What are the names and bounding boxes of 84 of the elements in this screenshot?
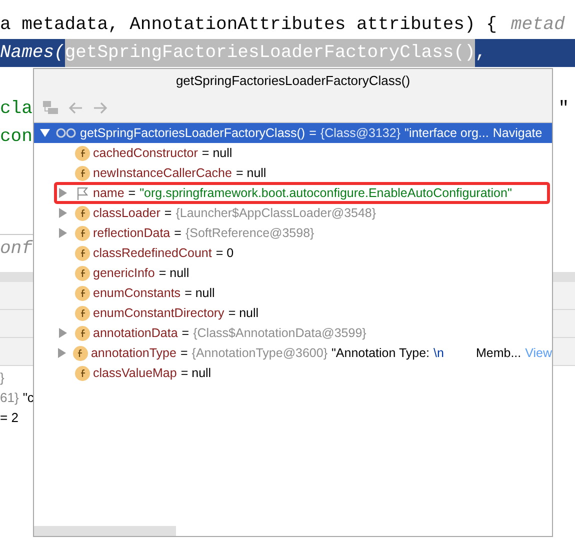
value-text: = null [158,265,190,282]
item-name: reflectionData [93,225,170,242]
collapsed-arrow-icon[interactable] [58,328,68,338]
code-text: Names( [0,42,65,65]
tree-row[interactable]: genericInfo = null [34,263,552,283]
tree-row[interactable]: newInstanceCallerCache = null [34,163,552,183]
value-text: {SoftReference@3598} [185,225,314,242]
field-icon [75,266,90,280]
code-text: onf [0,238,32,261]
tree-row[interactable]: getSpringFactoriesLoaderFactoryClass() = {Class@3132} "interface org... Navigate [34,123,552,143]
value-text: = [180,345,188,362]
item-name: getSpringFactoriesLoaderFactoryClass() [80,125,306,142]
field-icon [75,366,90,380]
field-icon [75,246,90,260]
value-text: Memb... [476,345,522,362]
evaluated-expression: getSpringFactoriesLoaderFactoryClass() [64,39,476,67]
value-text: = null [202,145,232,162]
collapsed-arrow-icon[interactable] [56,348,67,358]
item-name: enumConstantDirectory [93,305,224,322]
value-text: "org.springframework.boot.autoconfigure.EnableAutoConfiguration" [140,185,512,202]
collapsed-arrow-icon[interactable] [58,208,68,218]
flag-icon [75,186,90,200]
tree-row[interactable]: enumConstantDirectory = null [34,303,552,323]
expanded-arrow-icon[interactable] [40,128,50,138]
value-text: = [128,185,136,202]
item-name: newInstanceCallerCache [93,165,232,182]
value-text: = null [236,165,266,182]
value-text: = [164,205,172,222]
field-icon [75,306,90,320]
item-name: cachedConstructor [93,145,198,162]
value-text: = [309,125,316,142]
item-name: genericInfo [93,265,155,282]
value-text: {Launcher$AppClassLoader@3548} [176,205,376,222]
item-name: classValueMap [93,365,177,382]
code-text: " [558,98,570,121]
value-text: = null [228,305,259,322]
field-icon [75,286,90,300]
tree-row[interactable]: enumConstants = null [34,283,552,303]
value-text: = null [180,365,212,382]
value-text: \n [434,345,444,362]
console-text: "c [22,390,34,405]
value-text: = [182,325,190,342]
field-icon [75,226,90,240]
value-text: = 0 [216,245,234,262]
item-name: classRedefinedCount [93,245,212,262]
tree-row[interactable]: name = "org.springframework.boot.autoconfigure.EnableAutoConfiguration" [34,183,552,203]
field-icon [75,146,90,160]
field-icon [75,166,90,180]
item-name: annotationType [90,345,176,362]
code-text: con [0,126,32,149]
item-name: annotationData [93,325,178,342]
value-text: "interface org... [404,125,489,142]
field-icon [75,326,90,340]
tree-row[interactable]: classRedefinedCount = 0 [34,243,552,263]
code-text: cla [0,98,32,121]
tree-row[interactable]: classLoader = {Launcher$AppClassLoader@3548} [34,203,552,223]
value-text: {Class@3132} [320,125,401,142]
code-text: , [475,42,486,65]
value-text: = null [184,285,215,302]
console-text: 61} [0,390,19,405]
tree-row[interactable]: cachedConstructor = null [34,143,552,163]
item-name: name [93,185,124,202]
tree-row[interactable]: annotationType = {AnnotationType@3600} "Annotation Type: \n Memb... View [34,343,552,363]
tree-row[interactable]: annotationData = {Class$AnnotationData@3599} [34,323,552,343]
code-text: a metadata, AnnotationAttributes attributes) { [0,14,497,37]
value-text: "Annotation Type: [332,345,430,362]
console-text: } [0,370,4,385]
tree-row[interactable]: reflectionData = {SoftReference@3598} [34,223,552,243]
collapsed-arrow-icon[interactable] [58,228,68,238]
item-name: enumConstants [93,285,181,302]
collapsed-arrow-icon[interactable] [58,188,68,198]
popup-title: getSpringFactoriesLoaderFactoryClass() [34,69,552,93]
item-name: classLoader [93,205,160,222]
code-text: metad [510,14,565,37]
tree-row[interactable]: classValueMap = null [34,363,552,383]
value-text: {AnnotationType@3600} [192,345,328,362]
glasses-icon [55,127,77,139]
navigate-link[interactable]: Navigate [492,123,542,143]
scrollbar-thumb[interactable] [34,526,176,536]
value-text: {Class$AnnotationData@3599} [193,325,366,342]
field-icon [75,206,90,220]
value-text: = [174,225,182,242]
field-icon [72,346,88,360]
console-text: = 2 [0,410,18,425]
